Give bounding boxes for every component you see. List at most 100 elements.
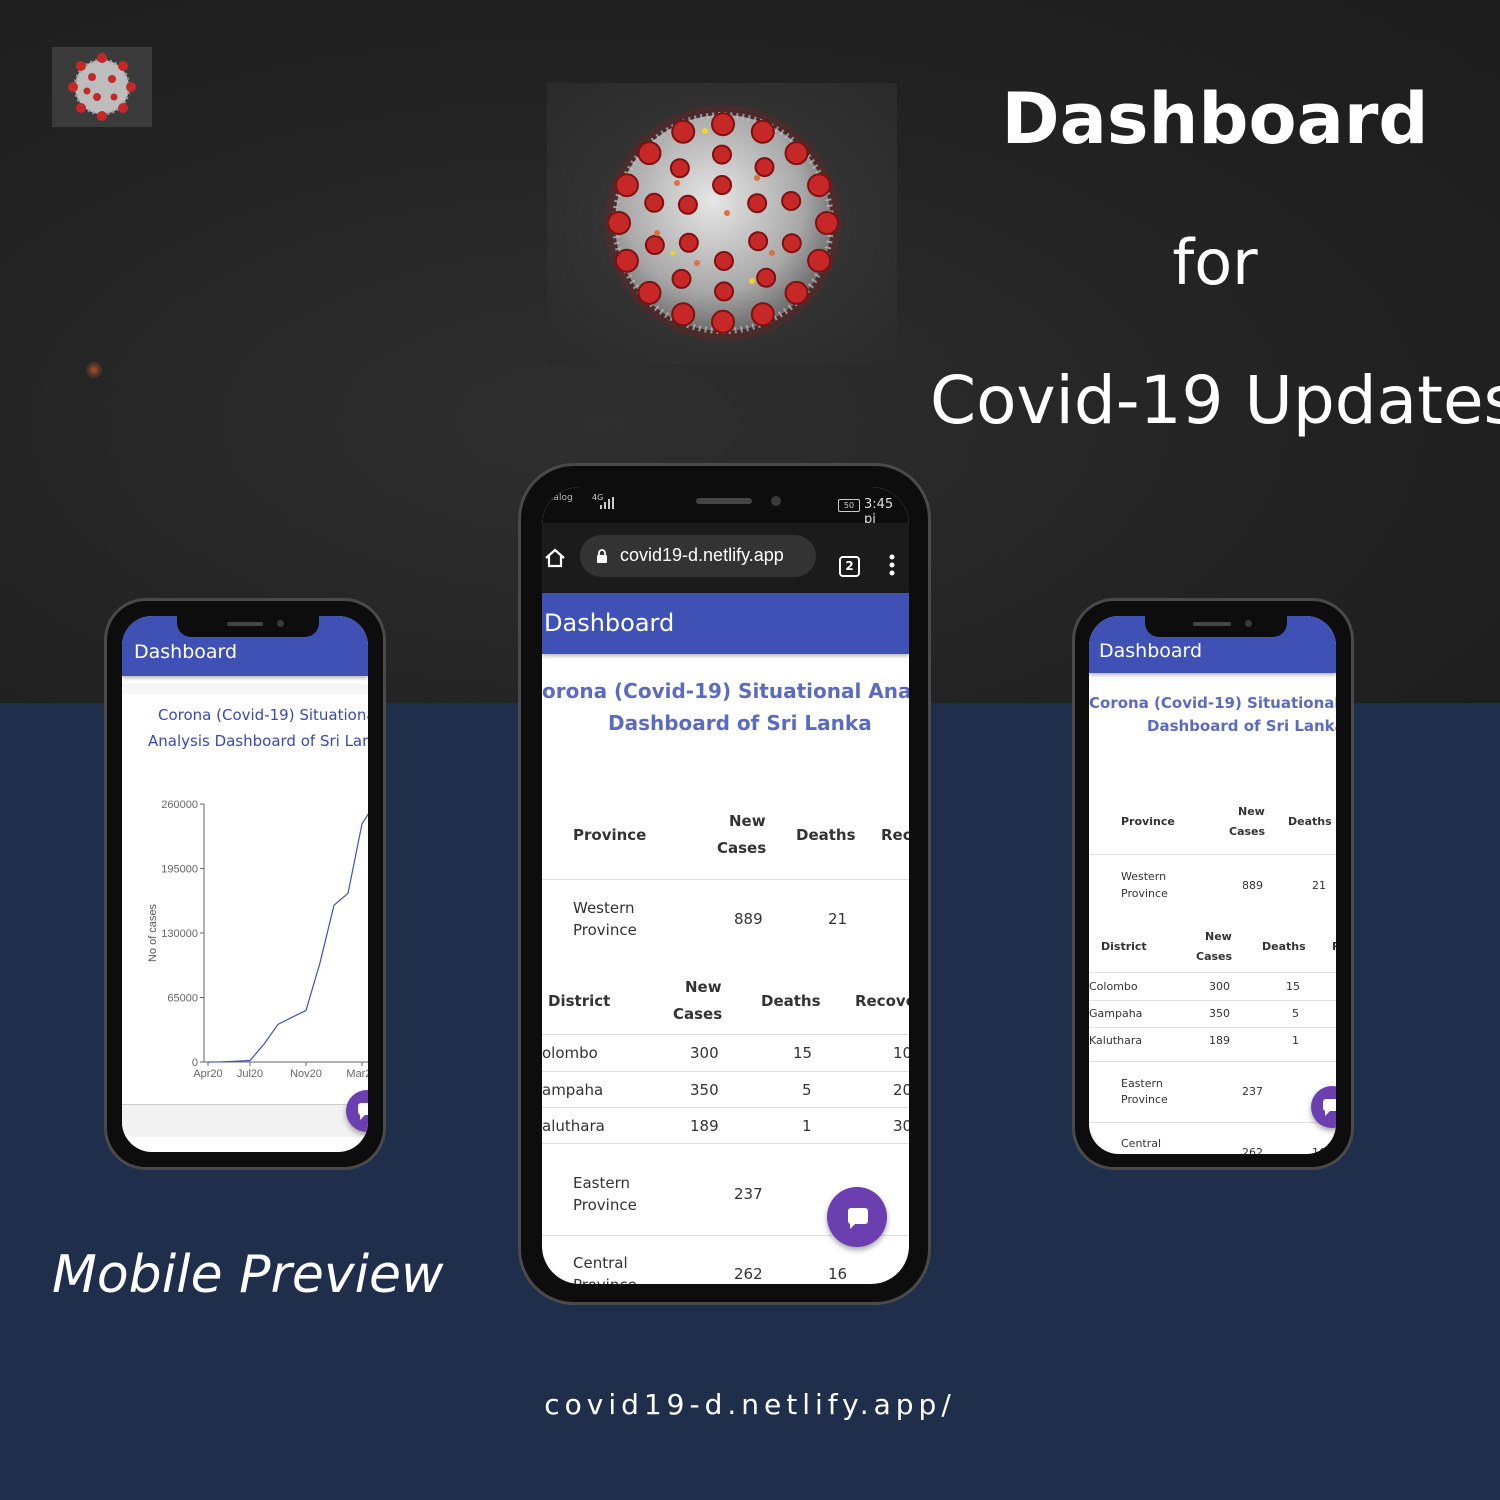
province-name-line2: Province	[573, 921, 637, 939]
app-title: Dashboard	[134, 641, 238, 663]
province-deaths: 21	[828, 910, 848, 928]
mobile-preview-caption: Mobile Preview	[52, 1245, 444, 1305]
province-new-cases: 889	[1242, 879, 1263, 892]
province-column-header: Province	[1121, 815, 1175, 828]
district-deaths-header: Deaths	[1262, 940, 1306, 953]
x-tick-label: Mar21	[346, 1068, 368, 1080]
province-new-cases: 262	[1242, 1146, 1263, 1154]
district-new-cases: 350	[690, 1081, 719, 1099]
district-new-cases: 350	[1209, 1007, 1230, 1020]
province-new-cases: 237	[734, 1185, 763, 1203]
dashboard-heading-line2: Analysis Dashboard of Sri Lar	[148, 732, 368, 750]
province-name-line1: Western	[1121, 870, 1167, 883]
tab-switcher-button[interactable]: 2	[839, 556, 860, 577]
virus-spike	[711, 144, 732, 165]
district-name: olombo	[542, 1044, 598, 1062]
province-name-line1: Eastern	[1121, 1077, 1163, 1090]
district-deaths: 15	[793, 1044, 813, 1062]
app-title: Dashboard	[1099, 640, 1203, 662]
district-name: ampaha	[542, 1081, 604, 1099]
front-camera	[277, 620, 284, 627]
new-cases-header-line1: New	[1238, 805, 1265, 818]
district-name: aluthara	[542, 1117, 605, 1135]
battery-icon: 50	[838, 499, 860, 512]
virus-spike	[671, 268, 692, 289]
center-phone-screen: Dialog 4G 50 3:45 pi covid19-d.netlify.a…	[542, 487, 909, 1284]
province-name-line2: Province	[573, 1196, 637, 1214]
virus-spike	[644, 192, 665, 213]
province-new-cases: 262	[734, 1265, 763, 1283]
site-url-link[interactable]: covid19-d.netlify.app/	[0, 1388, 1500, 1421]
speaker	[227, 622, 263, 626]
dashboard-heading-line2: Dashboard of Sri Lanka	[608, 711, 872, 735]
virus-spike	[748, 231, 769, 252]
district-new-cases: 300	[690, 1044, 719, 1062]
district-new-cases-header-line2: Cases	[673, 1005, 723, 1023]
district-new-cases-header-line2: Cases	[1196, 950, 1233, 963]
x-tick-label: Apr20	[193, 1068, 222, 1080]
dashboard-heading-line2: Dashboard of Sri Lanka	[1147, 717, 1336, 735]
virus-spike	[711, 309, 735, 334]
app-bar: Dashboard	[542, 593, 909, 654]
virus-spike	[607, 211, 631, 235]
virus-spike	[614, 248, 639, 273]
browser-toolbar: covid19-d.netlify.app 2	[542, 523, 909, 593]
y-tick-label: 130000	[161, 928, 198, 940]
x-tick-label: Nov20	[290, 1068, 322, 1080]
district-name: Gampaha	[1089, 1007, 1143, 1020]
virus-spike	[677, 194, 698, 215]
virus-spike	[712, 175, 733, 196]
new-cases-header-line2: Cases	[717, 839, 767, 857]
virus-spike	[750, 302, 775, 327]
virus-spike	[671, 302, 696, 327]
district-name: Colombo	[1089, 980, 1138, 993]
virus-spike	[781, 190, 802, 211]
province-deaths: 16	[1312, 1146, 1326, 1154]
district-deaths-header: Deaths	[761, 992, 821, 1010]
y-tick-label: 260000	[161, 799, 198, 811]
virus-spike	[807, 173, 832, 198]
dashboard-heading-line1: orona (Covid-19) Situational Analysi	[542, 679, 909, 703]
url-text: covid19-d.netlify.app	[620, 545, 784, 565]
app-title: Dashboard	[544, 609, 675, 637]
headline-subject: Covid-19 Updates	[930, 362, 1500, 439]
virus-icon	[605, 105, 841, 341]
virus-spike	[815, 211, 839, 235]
virus-spike	[756, 267, 777, 288]
y-tick-label: 195000	[161, 864, 198, 876]
district-name: Kaluthara	[1089, 1034, 1143, 1047]
virus-spike	[784, 141, 809, 166]
virus-spike	[644, 235, 665, 256]
chat-fab-button[interactable]	[827, 1187, 887, 1247]
virus-spike	[614, 173, 639, 198]
lock-icon	[597, 549, 607, 563]
deaths-column-header: Deaths	[1288, 815, 1332, 828]
home-icon[interactable]	[544, 547, 566, 569]
address-bar[interactable]: covid19-d.netlify.app	[580, 535, 816, 577]
province-new-cases: 237	[1242, 1085, 1263, 1098]
virus-spike	[750, 119, 775, 144]
virus-spike	[714, 281, 735, 302]
district-new-cases: 300	[1209, 980, 1230, 993]
virus-spike	[678, 232, 699, 253]
virus-spike	[669, 158, 690, 179]
province-name-line1: Central	[573, 1254, 628, 1272]
more-vert-icon[interactable]	[889, 554, 895, 576]
district-recovered-header: R	[1332, 940, 1336, 953]
province-name-line1: Western	[573, 899, 635, 917]
speaker	[1193, 622, 1231, 626]
new-cases-header-line1: New	[729, 812, 766, 830]
front-camera	[1245, 620, 1252, 627]
background-glow	[86, 362, 102, 378]
center-phone: Dialog 4G 50 3:45 pi covid19-d.netlify.a…	[518, 463, 931, 1305]
province-name-line1: Central	[1121, 1137, 1162, 1150]
district-column-header: District	[1101, 940, 1147, 953]
dashboard-heading-line1: Corona (Covid-19) Situational An	[1089, 694, 1336, 712]
speaker	[696, 498, 752, 504]
y-tick-label: 65000	[167, 993, 198, 1005]
dashboard-heading-line1: Corona (Covid-19) Situationa	[158, 706, 368, 724]
virus-icon	[68, 53, 136, 121]
virus-spike	[637, 280, 662, 305]
district-deaths: 5	[802, 1081, 812, 1099]
chat-icon	[358, 1103, 368, 1120]
